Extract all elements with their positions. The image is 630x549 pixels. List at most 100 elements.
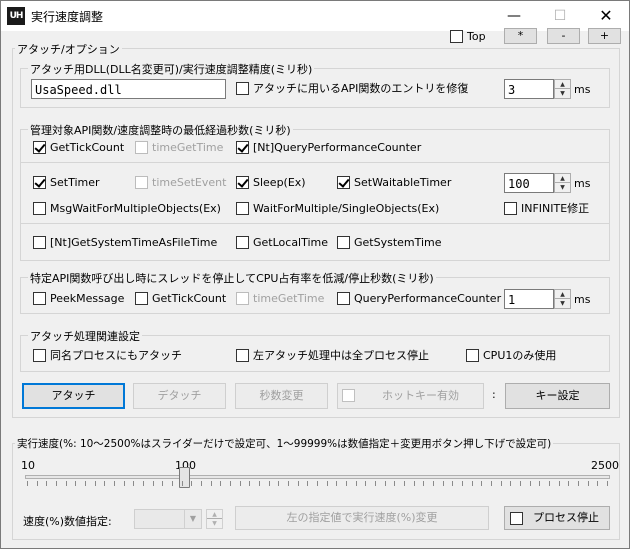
hotkey-checkbox-box[interactable]: [342, 389, 355, 402]
peekmessage-checkbox[interactable]: PeekMessage: [33, 292, 124, 305]
getsystemtime-checkbox[interactable]: GetSystemTime: [337, 236, 442, 249]
precision-unit: ms: [574, 83, 591, 96]
slider-tick: [500, 481, 502, 486]
speed-numeric-combo[interactable]: ▼: [134, 509, 202, 529]
top-checkbox[interactable]: Top: [450, 30, 486, 43]
stop-all-processes-checkbox[interactable]: 左アタッチ処理中は全プロセス停止: [236, 349, 429, 362]
slider-tick: [201, 481, 202, 486]
spin-up-icon[interactable]: ▲: [207, 510, 222, 519]
speed-slider-thumb[interactable]: [179, 467, 190, 488]
stop-ms-input[interactable]: 1: [504, 289, 554, 309]
thread-timegettime-checkbox[interactable]: timeGetTime: [236, 292, 324, 305]
slider-tick: [104, 481, 106, 486]
speed-slider-track[interactable]: [25, 475, 610, 479]
sleep-checkbox[interactable]: Sleep(Ex): [236, 176, 306, 189]
spin-down-icon[interactable]: ▼: [555, 89, 570, 98]
slider-tick: [210, 481, 212, 486]
getlocaltime-checkbox[interactable]: GetLocalTime: [236, 236, 328, 249]
speed-group-label: 実行速度(%: 10～2500%はスライダーだけで設定可、1～99999%は数値…: [15, 436, 554, 451]
chevron-down-icon[interactable]: ▼: [184, 510, 201, 528]
star-button[interactable]: *: [504, 28, 537, 44]
thread-gettickcount-checkbox[interactable]: GetTickCount: [135, 292, 226, 305]
fix-entry-checkbox[interactable]: アタッチに用いるAPI関数のエントリを修復: [236, 82, 468, 95]
queryperformancecounter-checkbox[interactable]: [Nt]QueryPerformanceCounter: [236, 141, 421, 154]
msgwaitformultipleobjects-checkbox[interactable]: MsgWaitForMultipleObjects(Ex): [33, 202, 221, 215]
slider-tick: [85, 481, 86, 486]
slider-tick: [558, 481, 560, 486]
top-checkbox-box[interactable]: [450, 30, 463, 43]
wait-ms-input[interactable]: 100: [504, 173, 554, 193]
spin-up-icon[interactable]: ▲: [555, 80, 570, 89]
api-separator-1: [21, 162, 609, 163]
slider-tick: [307, 481, 309, 486]
stop-ms-spinner[interactable]: ▲ ▼: [554, 289, 571, 309]
slider-tick: [133, 481, 135, 486]
slider-tick: [239, 481, 241, 486]
api-group-label: 管理対象API関数/速度調整時の最低経過秒数(ミリ秒): [28, 122, 293, 138]
process-stop-checkbox-box[interactable]: [510, 512, 523, 525]
spin-up-icon[interactable]: ▲: [555, 290, 570, 299]
dll-name-input[interactable]: UsaSpeed.dll: [31, 79, 226, 99]
attach-button[interactable]: アタッチ: [22, 383, 125, 409]
slider-tick: [75, 481, 77, 486]
spin-down-icon[interactable]: ▼: [555, 299, 570, 308]
slider-tick: [355, 481, 357, 486]
key-settings-button[interactable]: キー設定: [505, 383, 610, 409]
seconds-change-button[interactable]: 秒数変更: [235, 383, 328, 409]
slider-tick: [520, 481, 521, 486]
slider-tick: [471, 481, 473, 486]
hotkey-toggle-button[interactable]: ホットキー有効: [337, 383, 484, 409]
same-name-process-checkbox[interactable]: 同名プロセスにもアタッチ: [33, 349, 182, 362]
slider-tick: [94, 481, 96, 486]
dll-group-label: アタッチ用DLL(DLL名変更可)/実行速度調整精度(ミリ秒): [28, 61, 315, 77]
getsystemtimeasfiletime-checkbox[interactable]: [Nt]GetSystemTimeAsFileTime: [33, 236, 217, 249]
slider-tick: [413, 481, 415, 486]
cpu1-only-checkbox[interactable]: CPU1のみ使用: [466, 349, 556, 362]
attach-process-group-label: アタッチ処理関連設定: [28, 328, 142, 344]
gettickcount-checkbox[interactable]: GetTickCount: [33, 141, 124, 154]
slider-tick: [597, 481, 599, 486]
slider-tick: [539, 481, 541, 486]
close-button[interactable]: ✕: [583, 1, 629, 31]
setwaitabletimer-checkbox[interactable]: SetWaitableTimer: [337, 176, 451, 189]
slider-tick: [172, 481, 173, 486]
slider-tick: [510, 481, 512, 486]
wait-ms-spinner[interactable]: ▲ ▼: [554, 173, 571, 193]
speed-numeric-spinner[interactable]: ▲ ▼: [206, 509, 223, 529]
slider-tick: [423, 481, 425, 486]
apply-speed-button[interactable]: 左の指定値で実行速度(%)変更: [235, 506, 489, 530]
minus-button[interactable]: -: [547, 28, 580, 44]
thread-queryperformancecounter-checkbox[interactable]: QueryPerformanceCounter: [337, 292, 501, 305]
timesetevent-checkbox[interactable]: timeSetEvent: [135, 176, 226, 189]
slider-tick: [65, 481, 67, 486]
spin-down-icon[interactable]: ▼: [555, 183, 570, 192]
maximize-button[interactable]: ☐: [537, 1, 583, 31]
precision-input[interactable]: 3: [504, 79, 554, 99]
settimer-checkbox[interactable]: SetTimer: [33, 176, 100, 189]
slider-tick: [462, 481, 463, 486]
slider-max-label: 2500: [591, 459, 619, 472]
waitformultipleobjects-checkbox[interactable]: WaitForMultiple/SingleObjects(Ex): [236, 202, 439, 215]
minimize-button[interactable]: —: [491, 1, 537, 31]
plus-button[interactable]: +: [588, 28, 621, 44]
slider-tick: [529, 481, 531, 486]
slider-tick: [578, 481, 579, 486]
slider-tick: [317, 481, 318, 486]
precision-spinner[interactable]: ▲ ▼: [554, 79, 571, 99]
spin-down-icon[interactable]: ▼: [207, 519, 222, 528]
api-separator-2: [21, 223, 609, 224]
slider-tick: [346, 481, 347, 486]
slider-tick: [259, 481, 260, 486]
process-stop-toggle[interactable]: プロセス停止: [504, 506, 610, 530]
spin-up-icon[interactable]: ▲: [555, 174, 570, 183]
infinite-fix-checkbox[interactable]: INFINITE修正: [504, 202, 589, 215]
slider-tick: [384, 481, 386, 486]
title-bar[interactable]: UH 実行速度調整 — ☐ ✕: [1, 1, 629, 31]
timegettime-checkbox[interactable]: timeGetTime: [135, 141, 223, 154]
detach-button[interactable]: デタッチ: [133, 383, 226, 409]
slider-tick: [288, 481, 289, 486]
slider-tick: [123, 481, 125, 486]
slider-tick: [143, 481, 144, 486]
slider-min-label: 10: [21, 459, 35, 472]
slider-tick: [404, 481, 405, 486]
